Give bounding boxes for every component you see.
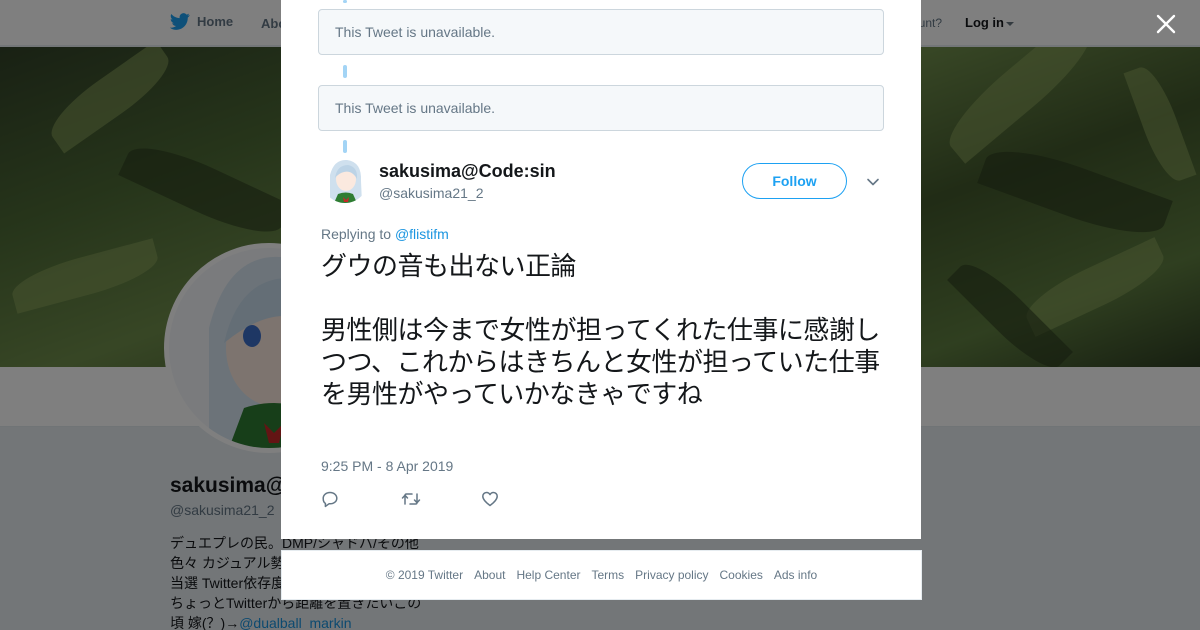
replying-prefix: Replying to: [321, 226, 392, 242]
reply-button[interactable]: [321, 489, 401, 509]
footer-copyright: © 2019 Twitter: [385, 568, 464, 582]
tweet-author-handle[interactable]: @sakusima21_2: [379, 185, 484, 201]
avatar-image: [322, 157, 368, 203]
footer-link-about[interactable]: About: [474, 568, 505, 582]
unavailable-text: This Tweet is unavailable.: [335, 24, 496, 40]
footer-link-privacy[interactable]: Privacy policy: [635, 568, 708, 582]
replying-to: Replying to @flistifm: [321, 226, 449, 242]
tweet-text: グウの音も出ない正論 男性側は今まで女性が担ってくれた仕事に感謝しつつ、これから…: [321, 252, 880, 410]
tweet-modal: This Tweet is unavailable. This Tweet is…: [281, 0, 921, 539]
tweet-actions: [321, 489, 561, 509]
unavailable-tweet: This Tweet is unavailable.: [318, 85, 884, 131]
replying-mention-link[interactable]: @flistifm: [395, 226, 449, 242]
chevron-down-icon[interactable]: [865, 174, 881, 190]
footer-link-help-center[interactable]: Help Center: [516, 568, 580, 582]
footer-link-ads-info[interactable]: Ads info: [774, 568, 817, 582]
retweet-button[interactable]: [401, 489, 481, 509]
thread-connector: [343, 140, 347, 153]
footer-link-terms[interactable]: Terms: [591, 568, 624, 582]
tweet-author-name[interactable]: sakusima@Code:sin: [379, 161, 556, 182]
follow-button[interactable]: Follow: [742, 163, 847, 199]
like-button[interactable]: [481, 489, 561, 509]
unavailable-text: This Tweet is unavailable.: [335, 100, 496, 116]
footer-link-cookies[interactable]: Cookies: [720, 568, 763, 582]
site-footer: © 2019 Twitter About Help Center Terms P…: [281, 550, 922, 600]
reply-icon: [322, 491, 338, 508]
thread-connector: [343, 0, 347, 3]
retweet-icon: [401, 493, 421, 505]
heart-icon: [482, 491, 498, 507]
tweet-timestamp[interactable]: 9:25 PM - 8 Apr 2019: [321, 458, 453, 474]
tweet-author-avatar[interactable]: [322, 157, 368, 203]
unavailable-tweet: This Tweet is unavailable.: [318, 9, 884, 55]
close-icon[interactable]: [1155, 13, 1177, 35]
thread-connector: [343, 65, 347, 78]
